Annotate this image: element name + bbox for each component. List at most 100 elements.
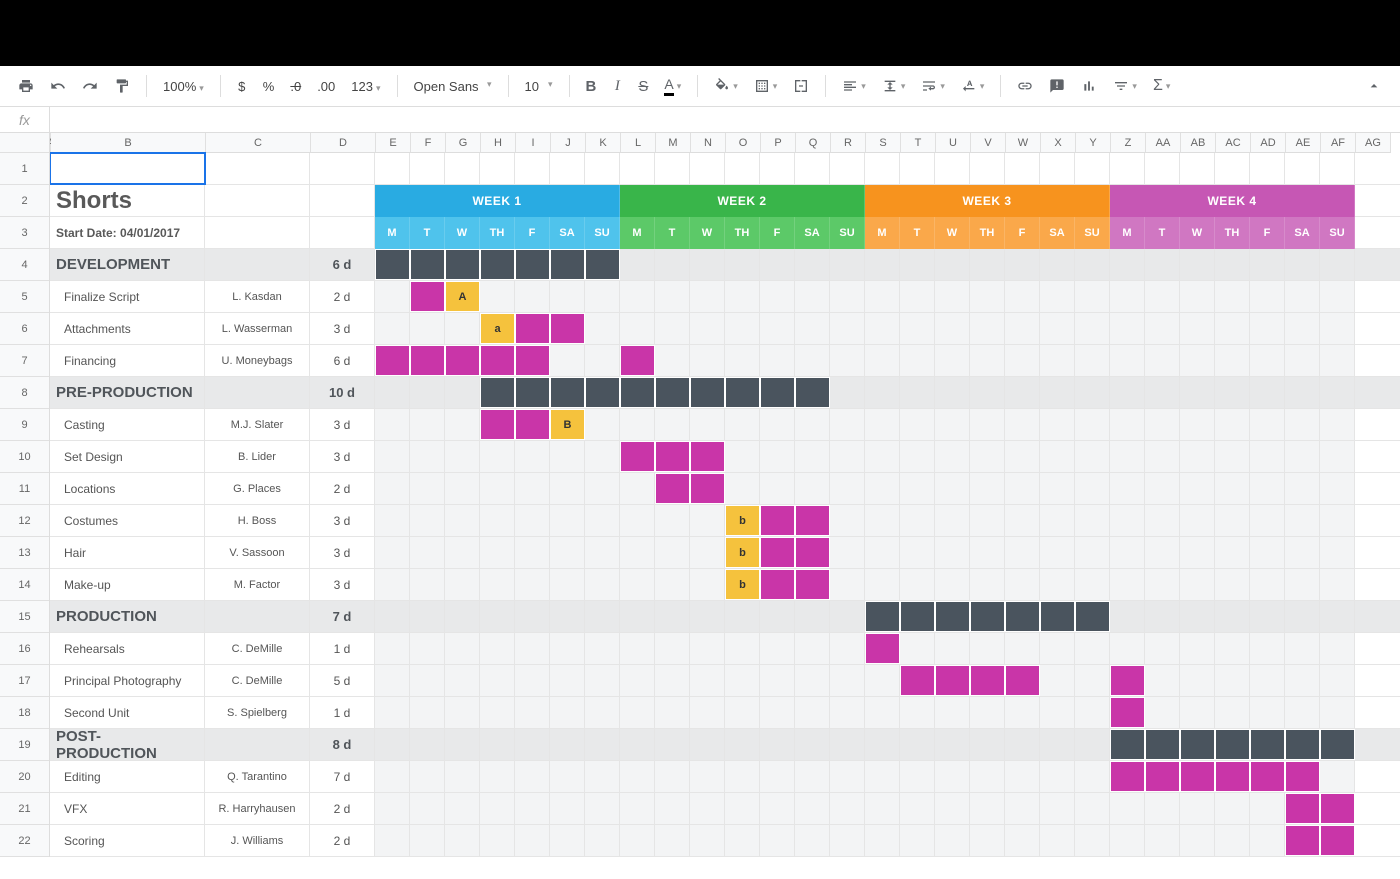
gantt-cell[interactable] (900, 537, 935, 568)
zoom-select[interactable]: 100%▾ (157, 79, 210, 94)
gantt-cell[interactable] (515, 633, 550, 664)
gantt-cell[interactable] (445, 377, 480, 408)
col-header-B[interactable]: B (51, 133, 206, 153)
gantt-cell[interactable] (515, 281, 550, 312)
gantt-cell[interactable] (445, 569, 480, 600)
gantt-cell[interactable] (1250, 825, 1285, 856)
gantt-cell[interactable] (1145, 537, 1180, 568)
gantt-cell[interactable]: b (725, 505, 760, 536)
task-name[interactable]: POST-PRODUCTION (50, 729, 205, 760)
cell-A1[interactable] (50, 153, 205, 184)
gantt-cell[interactable] (830, 633, 865, 664)
gantt-cell[interactable] (1110, 793, 1145, 824)
gantt-cell[interactable] (375, 409, 410, 440)
gantt-cell[interactable] (445, 761, 480, 792)
gantt-cell[interactable] (865, 473, 900, 504)
print-icon[interactable] (12, 74, 40, 98)
gantt-cell[interactable] (410, 825, 445, 856)
gantt-cell[interactable] (410, 473, 445, 504)
gantt-cell[interactable] (1250, 409, 1285, 440)
gantt-cell[interactable] (1180, 473, 1215, 504)
gantt-cell[interactable] (935, 697, 970, 728)
gantt-cell[interactable] (760, 729, 795, 760)
gantt-cell[interactable] (445, 793, 480, 824)
gantt-cell[interactable] (690, 793, 725, 824)
gantt-cell[interactable] (830, 281, 865, 312)
gantt-cell[interactable] (1005, 345, 1040, 376)
gantt-cell[interactable] (585, 697, 620, 728)
task-person[interactable] (205, 377, 310, 408)
gantt-cell[interactable] (1215, 281, 1250, 312)
gantt-cell[interactable] (935, 633, 970, 664)
col-header-D[interactable]: D (311, 133, 376, 153)
gantt-cell[interactable] (1145, 729, 1180, 760)
gantt-cell[interactable] (1250, 473, 1285, 504)
row-header-14[interactable]: 14 (0, 569, 49, 601)
gantt-cell[interactable] (1285, 761, 1320, 792)
gantt-cell[interactable] (725, 633, 760, 664)
gantt-cell[interactable] (830, 153, 865, 184)
gantt-cell[interactable] (1320, 313, 1355, 344)
gantt-cell[interactable] (550, 793, 585, 824)
gantt-cell[interactable] (1180, 825, 1215, 856)
gantt-cell[interactable] (1180, 409, 1215, 440)
gantt-cell[interactable] (620, 601, 655, 632)
gantt-cell[interactable] (1285, 473, 1320, 504)
gantt-cell[interactable] (445, 825, 480, 856)
gantt-cell[interactable] (1320, 505, 1355, 536)
gantt-cell[interactable] (795, 281, 830, 312)
gantt-cell[interactable] (900, 377, 935, 408)
gantt-cell[interactable] (655, 281, 690, 312)
gantt-cell[interactable] (655, 473, 690, 504)
task-person[interactable] (205, 729, 310, 760)
gantt-cell[interactable] (1180, 249, 1215, 280)
gantt-cell[interactable] (1250, 249, 1285, 280)
gantt-cell[interactable] (375, 505, 410, 536)
col-header-AG[interactable]: AG (1356, 133, 1391, 153)
gantt-cell[interactable] (935, 793, 970, 824)
gantt-cell[interactable] (900, 409, 935, 440)
gantt-cell[interactable] (375, 281, 410, 312)
gantt-cell[interactable] (865, 441, 900, 472)
gantt-cell[interactable] (690, 377, 725, 408)
gantt-cell[interactable] (375, 825, 410, 856)
gantt-cell[interactable] (585, 665, 620, 696)
gantt-cell[interactable]: b (725, 537, 760, 568)
gantt-cell[interactable] (935, 729, 970, 760)
gantt-cell[interactable] (550, 505, 585, 536)
gantt-cell[interactable] (1145, 345, 1180, 376)
task-name[interactable]: Hair (50, 537, 205, 568)
gantt-cell[interactable] (725, 377, 760, 408)
gantt-cell[interactable] (410, 345, 445, 376)
format-percent[interactable]: % (257, 74, 281, 98)
gantt-cell[interactable] (375, 569, 410, 600)
gantt-cell[interactable] (865, 729, 900, 760)
gantt-cell[interactable] (375, 793, 410, 824)
gantt-cell[interactable] (935, 345, 970, 376)
font-select[interactable]: Open Sans▾ (408, 79, 498, 94)
gantt-cell[interactable] (1215, 633, 1250, 664)
gantt-cell[interactable] (550, 633, 585, 664)
fill-color-icon[interactable]: ▾ (708, 74, 744, 98)
gantt-cell[interactable] (1215, 441, 1250, 472)
gantt-cell[interactable] (830, 537, 865, 568)
gantt-cell[interactable] (550, 377, 585, 408)
gantt-cell[interactable] (1180, 761, 1215, 792)
gantt-cell[interactable] (970, 729, 1005, 760)
gantt-cell[interactable] (935, 601, 970, 632)
col-header-AB[interactable]: AB (1181, 133, 1216, 153)
gantt-cell[interactable] (1285, 569, 1320, 600)
gantt-cell[interactable] (1145, 473, 1180, 504)
task-duration[interactable]: 8 d (310, 729, 375, 760)
gantt-cell[interactable] (1110, 345, 1145, 376)
gantt-cell[interactable] (760, 825, 795, 856)
gantt-cell[interactable] (1180, 313, 1215, 344)
gantt-cell[interactable] (620, 249, 655, 280)
chart-icon[interactable] (1075, 74, 1103, 98)
gantt-cell[interactable] (480, 601, 515, 632)
gantt-cell[interactable] (760, 569, 795, 600)
gantt-cell[interactable] (410, 697, 445, 728)
gantt-cell[interactable] (410, 153, 445, 184)
gantt-cell[interactable] (1215, 601, 1250, 632)
gantt-cell[interactable] (1005, 441, 1040, 472)
